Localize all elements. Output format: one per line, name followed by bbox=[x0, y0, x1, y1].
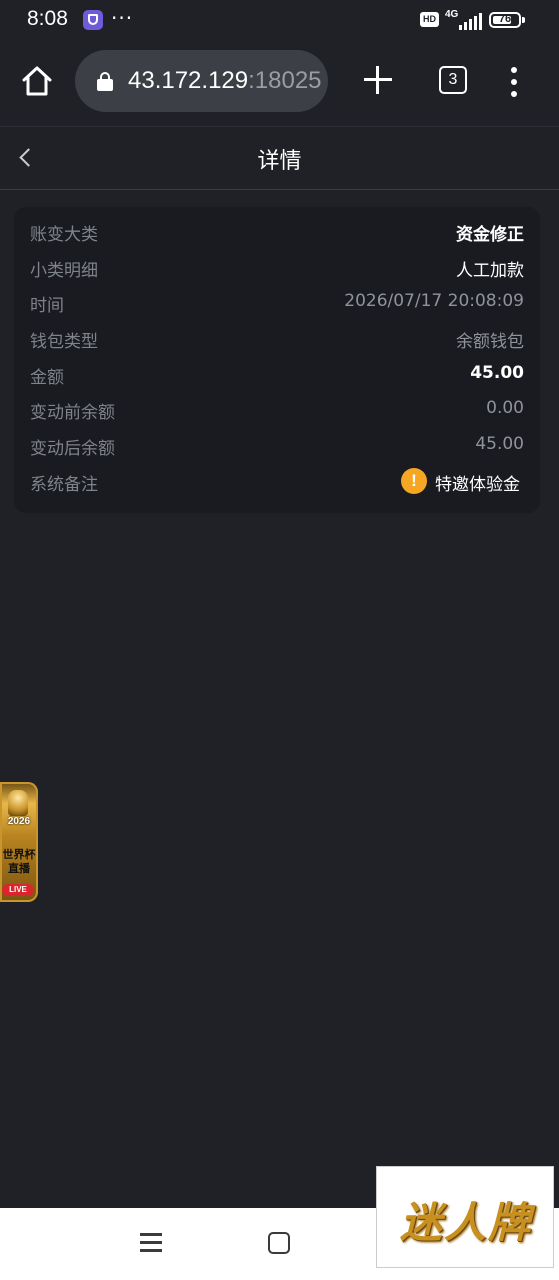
row-value: 人工加款 bbox=[456, 261, 524, 281]
vpn-shield-icon bbox=[83, 10, 103, 30]
row-label: 钱包类型 bbox=[30, 332, 98, 352]
watermark-text: 迷人牌 bbox=[399, 1198, 532, 1247]
url-port: :18025 bbox=[248, 67, 322, 94]
warning-icon: ! bbox=[401, 468, 427, 494]
row-value: 2026/07/17 20:08:09 bbox=[344, 291, 524, 311]
row-label: 账变大类 bbox=[30, 225, 98, 245]
live-label: LIVE bbox=[2, 884, 34, 896]
nav-home-icon[interactable] bbox=[268, 1232, 290, 1254]
world-cup-live-badge[interactable]: 2026 世界杯 直播 LIVE bbox=[0, 782, 38, 902]
home-icon[interactable] bbox=[20, 64, 54, 98]
detail-row-wallet-type: 钱包类型 余额钱包 bbox=[30, 322, 524, 356]
row-value: 0.00 bbox=[486, 398, 524, 418]
page-header: 详情 bbox=[0, 126, 559, 190]
lock-icon bbox=[97, 72, 113, 91]
hd-voice-icon: HD bbox=[420, 12, 439, 27]
row-label: 系统备注 bbox=[30, 475, 98, 495]
detail-row-remark: 系统备注 ! 特邀体验金 bbox=[30, 465, 524, 499]
badge-text: 世界杯 直播 bbox=[0, 848, 38, 876]
url-host: 43.172.129 bbox=[128, 67, 249, 94]
battery-tip bbox=[522, 17, 525, 23]
badge-text-line1: 世界杯 bbox=[2, 848, 36, 861]
row-value: 45.00 bbox=[475, 434, 524, 454]
browser-toolbar: 43.172.129:18025 3 bbox=[0, 42, 559, 126]
remark-value[interactable]: ! 特邀体验金 bbox=[401, 467, 524, 497]
tab-switcher-button[interactable]: 3 bbox=[439, 66, 467, 94]
detail-row-time: 时间 2026/07/17 20:08:09 bbox=[30, 286, 524, 320]
detail-row-category: 账变大类 资金修正 bbox=[30, 215, 524, 249]
more-notifications-icon: ··· bbox=[111, 6, 134, 30]
row-label: 变动前余额 bbox=[30, 403, 115, 423]
clock: 8:08 bbox=[27, 7, 68, 30]
badge-year: 2026 bbox=[7, 816, 31, 827]
watermark-logo: 迷人牌 bbox=[376, 1166, 554, 1268]
detail-card: 账变大类 资金修正 小类明细 人工加款 时间 2026/07/17 20:08:… bbox=[14, 207, 540, 513]
remark-text: 特邀体验金 bbox=[435, 475, 520, 495]
battery-percent: 76 bbox=[498, 13, 512, 25]
row-label: 小类明细 bbox=[30, 261, 98, 281]
url-text[interactable]: 43.172.129:18025 bbox=[128, 67, 322, 95]
detail-row-balance-after: 变动后余额 45.00 bbox=[30, 429, 524, 463]
row-label: 变动后余额 bbox=[30, 439, 115, 459]
detail-row-amount: 金额 45.00 bbox=[30, 358, 524, 392]
address-bar[interactable]: 43.172.129:18025 bbox=[75, 50, 328, 112]
detail-row-balance-before: 变动前余额 0.00 bbox=[30, 393, 524, 427]
network-type: 4G bbox=[445, 9, 459, 20]
row-value: 资金修正 bbox=[456, 225, 524, 245]
row-label: 时间 bbox=[30, 296, 64, 316]
row-label: 金额 bbox=[30, 368, 64, 388]
new-tab-button[interactable] bbox=[364, 66, 392, 94]
page-title: 详情 bbox=[257, 149, 302, 174]
trophy-icon bbox=[8, 790, 28, 816]
badge-text-line2: 直播 bbox=[8, 862, 30, 875]
battery-icon: 76 bbox=[489, 12, 521, 28]
detail-row-subcategory: 小类明细 人工加款 bbox=[30, 251, 524, 285]
signal-strength-icon bbox=[459, 12, 483, 30]
row-value: 45.00 bbox=[470, 363, 524, 383]
recent-apps-icon[interactable] bbox=[140, 1233, 162, 1253]
overflow-menu-icon[interactable] bbox=[508, 67, 520, 97]
row-value: 余额钱包 bbox=[456, 332, 524, 352]
status-bar: 8:08 ··· HD 4G 76 bbox=[0, 0, 559, 42]
